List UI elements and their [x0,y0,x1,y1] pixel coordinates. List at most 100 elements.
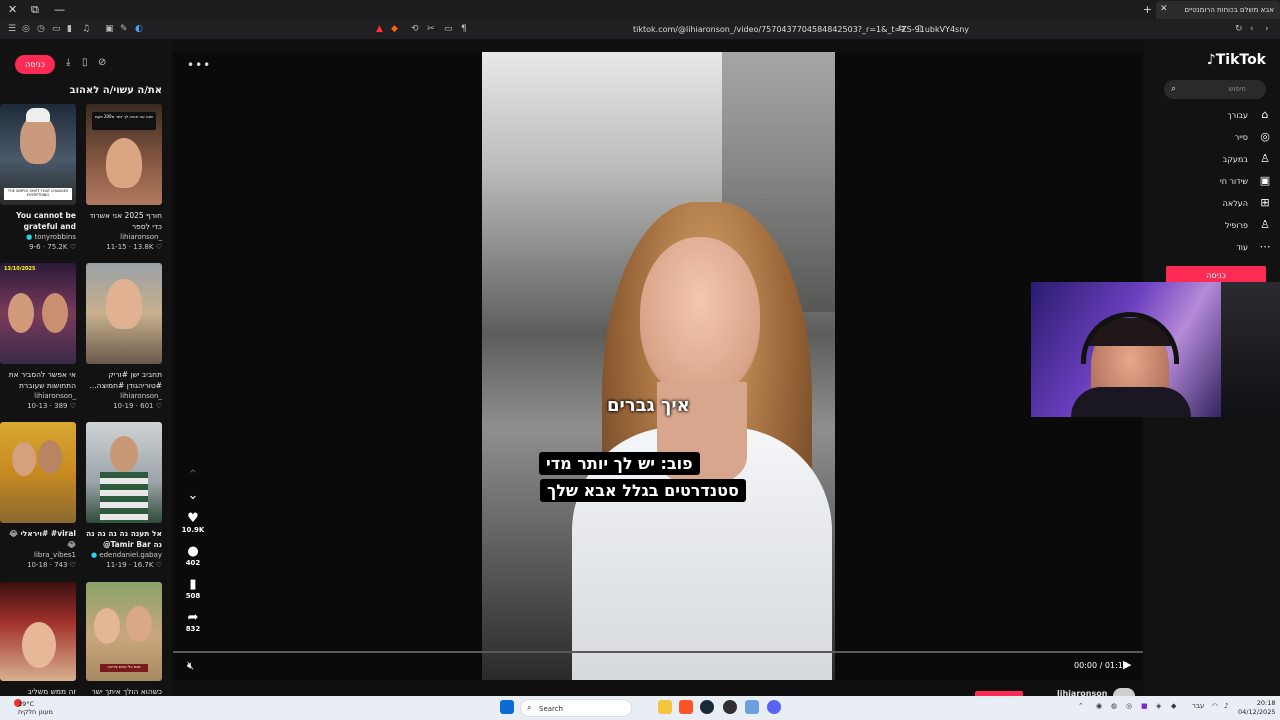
bookmark-icon: ▮ [189,577,197,592]
translate-icon[interactable]: ⇆ [898,24,906,34]
tray-app-icon[interactable]: ◎ [1126,702,1132,710]
video-frame[interactable]: איך גברים פוב: יש לך יותר מדי סטנדרטים ב… [482,52,835,680]
share-icon[interactable]: ✂ [427,24,435,34]
warning-icon[interactable]: ▲ [376,24,383,34]
menu-icon[interactable]: ☰ [8,24,16,34]
explore-icon[interactable]: ⊘ [98,57,106,68]
volume-icon[interactable]: ♪ [1224,702,1228,710]
video-thumbnail[interactable]: שנה אני אהיה לך יותר מ200 פעם [86,104,162,205]
reader-icon[interactable]: ¶ [461,24,467,34]
video-thumbnail[interactable]: 13/10/2025 [0,263,76,364]
cast-icon[interactable]: ▭ [444,24,453,34]
video-author[interactable]: lihiaronson_ [0,392,76,400]
forward-icon[interactable]: › [1265,24,1269,34]
nav-item-upload[interactable]: ⊞ העלאה [1152,196,1272,214]
video-card[interactable]: שנה אני אהיה לך יותר מ200 פעם חורף 2025 … [86,104,162,251]
tray-app-icon[interactable]: ■ [1141,702,1148,710]
extensions-icon[interactable]: ✎ [120,24,128,34]
share-button[interactable]: ➦ 832 [181,610,205,633]
search-icon[interactable]: ⌕ [1171,84,1176,94]
back-icon[interactable]: ‹ [1250,24,1254,34]
vpn-icon[interactable]: ◐ [135,24,143,34]
close-tab-icon[interactable]: ✕ [1160,4,1168,14]
brave-shield-icon[interactable]: ◆ [391,24,398,34]
comment-button[interactable]: ● 402 [181,544,205,567]
acoustic-panel-shape [1221,282,1280,417]
video-card[interactable]: אל תענה נה נה נה נה נה Tamir Bar@ ● eden… [86,422,162,569]
nav-item-more[interactable]: ⋯ עוד [1152,240,1272,258]
video-thumbnail[interactable] [86,422,162,523]
face-shape [12,442,36,476]
more-options-icon[interactable]: ••• [187,58,211,72]
video-card[interactable]: גמת כל אחת צריכה כשהוא הולך איתך ישר לי [86,582,162,697]
video-thumbnail[interactable]: גמת כל אחת צריכה [86,582,162,681]
like-button[interactable]: ♥ 10.9K [181,511,205,534]
active-tab[interactable]: ✕ אבא משלם בכוחות הרומנטיים [1156,1,1280,19]
tabs-icon[interactable]: ▭ [52,24,61,34]
video-thumbnail[interactable] [0,582,76,681]
language-indicator[interactable]: עבר [1192,702,1204,710]
play-icon[interactable]: ▶ [1123,658,1131,671]
screenshot-icon[interactable]: ▣ [105,24,114,34]
file-explorer-icon[interactable] [658,700,672,714]
download-icon[interactable]: ⤓ [66,57,70,68]
tiktok-logo[interactable]: ♪TikTok [1207,52,1266,68]
reload-icon[interactable]: ⟲ [411,24,419,34]
video-author[interactable]: ● edendaniel.gabay [86,551,162,559]
obs-icon[interactable] [723,700,737,714]
nav-item-following[interactable]: ♙ במעקב [1152,152,1272,170]
clock[interactable]: 20:18 04/12/2025 [1238,699,1275,717]
tray-app-icon[interactable]: ◉ [1096,702,1102,710]
video-author[interactable]: ● tonyrobbins [0,233,76,241]
video-thumbnail[interactable] [0,422,76,523]
search-input[interactable]: ⌕ חיפוש [1164,80,1266,99]
music-icon[interactable]: ♫ [82,24,90,34]
video-card[interactable]: THE SIMPLE SHIFT THAT CHANGES EVERYTHING… [0,104,76,251]
new-tab-icon[interactable]: + [1143,3,1152,16]
video-thumbnail[interactable] [86,263,162,364]
tray-app-icon[interactable]: ◈ [1156,702,1161,710]
login-pill-button[interactable]: כניסה [15,55,55,74]
video-author[interactable]: libra_vibes1 [0,551,76,559]
video-card[interactable]: תחביב ישן #וריק #טוריהגודן #חמוצה... lih… [86,263,162,410]
steam-icon[interactable] [700,700,714,714]
tray-app-icon[interactable]: ◍ [1111,702,1117,710]
minimize-window-icon[interactable]: — [54,3,65,16]
video-author[interactable]: lihiaronson_ [86,233,162,241]
chevron-up-icon[interactable]: ⌃ [1078,702,1084,710]
brave-browser-icon[interactable] [679,700,693,714]
next-video-button[interactable]: ⌄ [181,488,205,503]
taskbar-search[interactable]: ⌕ Search [520,699,632,717]
app-icon[interactable] [745,700,759,714]
save-button[interactable]: ▮ 508 [181,577,205,600]
nav-item-explore[interactable]: ◎ סייר [1152,130,1272,148]
bookmark-icon[interactable]: ▯ [917,24,922,34]
video-card[interactable]: זה ממש משליב [0,582,76,697]
author-name[interactable]: lihiaronson_ [1057,689,1111,696]
recommendations-panel: כניסה ⤓ ▯ ⊘ את/ה עשוי/ה לאהוב שנה אני אה… [0,40,172,696]
face-shape [640,237,760,397]
previous-video-button[interactable]: ⌃ [181,468,205,483]
history-icon[interactable]: ◷ [37,24,45,34]
video-author[interactable]: lihiaronson_ [86,392,162,400]
mute-icon[interactable]: 🔇︎ [187,659,194,673]
network-icon[interactable]: ◠ [1212,702,1218,710]
discord-icon[interactable] [767,700,781,714]
nav-item-live[interactable]: ▣ שידור חי [1152,174,1272,192]
nav-item-profile[interactable]: ♙ פרופיל [1152,218,1272,236]
avatar[interactable] [1113,688,1135,696]
device-icon[interactable]: ▯ [82,57,88,68]
video-card[interactable]: viral# #ויראלי 😂 😂 #ברהובהבלביסוו... lib… [0,422,76,569]
tray-app-icon[interactable]: ◆ [1171,702,1176,710]
progress-bar[interactable] [173,651,1143,653]
sidebar-icon[interactable]: ▮ [67,24,72,34]
video-card[interactable]: 13/10/2025 אי אפשר להסביר את התחושות שעו… [0,263,76,410]
nav-item-foryou[interactable]: ⌂ עבורך [1152,108,1272,126]
weather-widget[interactable]: 19°C מעונן חלקית [18,700,53,716]
video-thumbnail[interactable]: THE SIMPLE SHIFT THAT CHANGES EVERYTHING [0,104,76,205]
restore-window-icon[interactable]: ⧉ [31,3,39,17]
close-window-icon[interactable]: ✕ [8,3,17,16]
windows-start-icon[interactable] [500,700,514,714]
shield-icon[interactable]: ◎ [22,24,30,34]
refresh-icon[interactable]: ↻ [1235,24,1243,34]
